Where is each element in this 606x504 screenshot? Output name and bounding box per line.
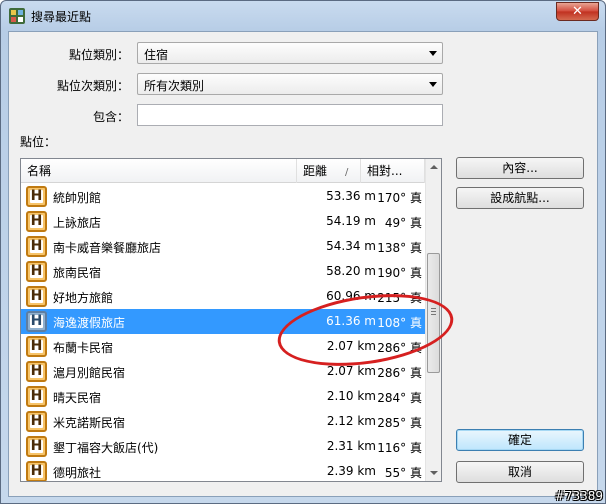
poi-name: 海逸渡假旅店: [53, 316, 126, 330]
poi-name: 上詠旅店: [53, 216, 102, 230]
chevron-down-icon: [429, 82, 437, 87]
poi-name: 晴天民宿: [53, 391, 102, 405]
poi-distance: 2.10 km: [326, 389, 376, 403]
hotel-icon: H: [26, 286, 47, 307]
window-title: 搜尋最近點: [31, 10, 92, 24]
poi-distance: 2.07 km: [326, 364, 376, 378]
sort-icon: /: [345, 167, 349, 178]
poi-bearing: 170° 真: [377, 191, 422, 205]
poi-bearing: 49° 真: [384, 216, 422, 230]
hotel-icon: H: [26, 336, 47, 357]
subcategory-select[interactable]: 所有次類別: [137, 73, 443, 95]
poi-bearing: 286° 真: [377, 366, 422, 380]
poi-name: 布蘭卡民宿: [53, 341, 114, 355]
close-button[interactable]: ✕: [556, 2, 599, 21]
poi-name: 滬月別館民宿: [53, 366, 126, 380]
list-item[interactable]: H 德明旅社 2.39 km 55° 真: [21, 459, 425, 481]
list-header: 名稱 距離 / 相對...: [21, 159, 425, 183]
poi-bearing: 285° 真: [377, 416, 422, 430]
hotel-icon: H: [26, 461, 47, 481]
hotel-icon: H: [26, 386, 47, 407]
hotel-icon: H: [26, 186, 47, 207]
cancel-button[interactable]: 取消: [456, 461, 584, 483]
poi-bearing: 55° 真: [384, 466, 422, 480]
dialog-window: 搜尋最近點 ✕ 點位類別： 住宿 點位次類別： 所有次類別 包含： 點位： 名稱…: [0, 0, 606, 504]
hotel-icon: H: [26, 361, 47, 382]
category-label: 點位類別：: [68, 48, 129, 62]
hotel-icon: H: [26, 236, 47, 257]
poi-name: 德明旅社: [53, 466, 102, 480]
poi-name: 米克諾斯民宿: [53, 416, 126, 430]
dialog-body: 點位類別： 住宿 點位次類別： 所有次類別 包含： 點位： 名稱 距離 / 相對.…: [8, 31, 598, 497]
poi-name: 統帥別館: [53, 191, 102, 205]
poi-distance: 2.31 km: [326, 439, 376, 453]
poi-name: 南卡威音樂餐廳旅店: [53, 241, 162, 255]
column-header-bearing[interactable]: 相對...: [361, 159, 425, 183]
column-header-name[interactable]: 名稱: [21, 159, 297, 183]
hotel-icon: H: [26, 436, 47, 457]
poi-name: 墾丁福容大飯店(代): [53, 441, 159, 455]
column-header-distance[interactable]: 距離 /: [297, 159, 361, 183]
poi-distance: 54.19 m: [326, 214, 376, 228]
contains-label: 包含：: [92, 110, 129, 124]
poi-bearing: 116° 真: [377, 441, 422, 455]
poi-bearing: 284° 真: [377, 391, 422, 405]
category-value: 住宿: [144, 48, 169, 62]
set-waypoint-button[interactable]: 設成航點...: [456, 187, 584, 209]
hotel-icon: H: [26, 411, 47, 432]
poi-distance: 2.39 km: [326, 464, 376, 478]
points-label: 點位：: [20, 135, 57, 149]
list-item[interactable]: H 墾丁福容大飯店(代) 2.31 km 116° 真: [21, 434, 425, 459]
watermark: #73389: [554, 489, 603, 503]
list-item[interactable]: H 晴天民宿 2.10 km 284° 真: [21, 384, 425, 409]
title-bar[interactable]: 搜尋最近點 ✕: [1, 1, 605, 31]
list-item[interactable]: H 南卡威音樂餐廳旅店 54.34 m 138° 真: [21, 234, 425, 259]
poi-bearing: 190° 真: [377, 266, 422, 280]
poi-distance: 54.34 m: [326, 239, 376, 253]
category-select[interactable]: 住宿: [137, 42, 443, 64]
poi-bearing: 138° 真: [377, 241, 422, 255]
poi-distance: 53.36 m: [326, 189, 376, 203]
close-icon: ✕: [572, 4, 583, 19]
poi-name: 旅南民宿: [53, 266, 102, 280]
subcategory-value: 所有次類別: [144, 79, 205, 93]
hotel-icon: H: [26, 261, 47, 282]
app-icon: [9, 8, 25, 24]
ok-button[interactable]: 確定: [456, 429, 584, 451]
list-item[interactable]: H 統帥別館 53.36 m 170° 真: [21, 184, 425, 209]
list-item[interactable]: H 上詠旅店 54.19 m 49° 真: [21, 209, 425, 234]
hotel-icon: H: [26, 211, 47, 232]
list-item[interactable]: H 米克諾斯民宿 2.12 km 285° 真: [21, 409, 425, 434]
poi-distance: 2.12 km: [326, 414, 376, 428]
details-button[interactable]: 內容...: [456, 157, 584, 179]
poi-distance: 58.20 m: [326, 264, 376, 278]
scroll-down-icon[interactable]: [426, 465, 441, 481]
contains-input[interactable]: [137, 104, 443, 126]
list-item[interactable]: H 旅南民宿 58.20 m 190° 真: [21, 259, 425, 284]
poi-name: 好地方旅館: [53, 291, 114, 305]
scroll-up-icon[interactable]: [426, 159, 441, 175]
subcategory-label: 點位次類別：: [56, 79, 129, 93]
chevron-down-icon: [429, 51, 437, 56]
hotel-icon: H: [26, 311, 47, 332]
